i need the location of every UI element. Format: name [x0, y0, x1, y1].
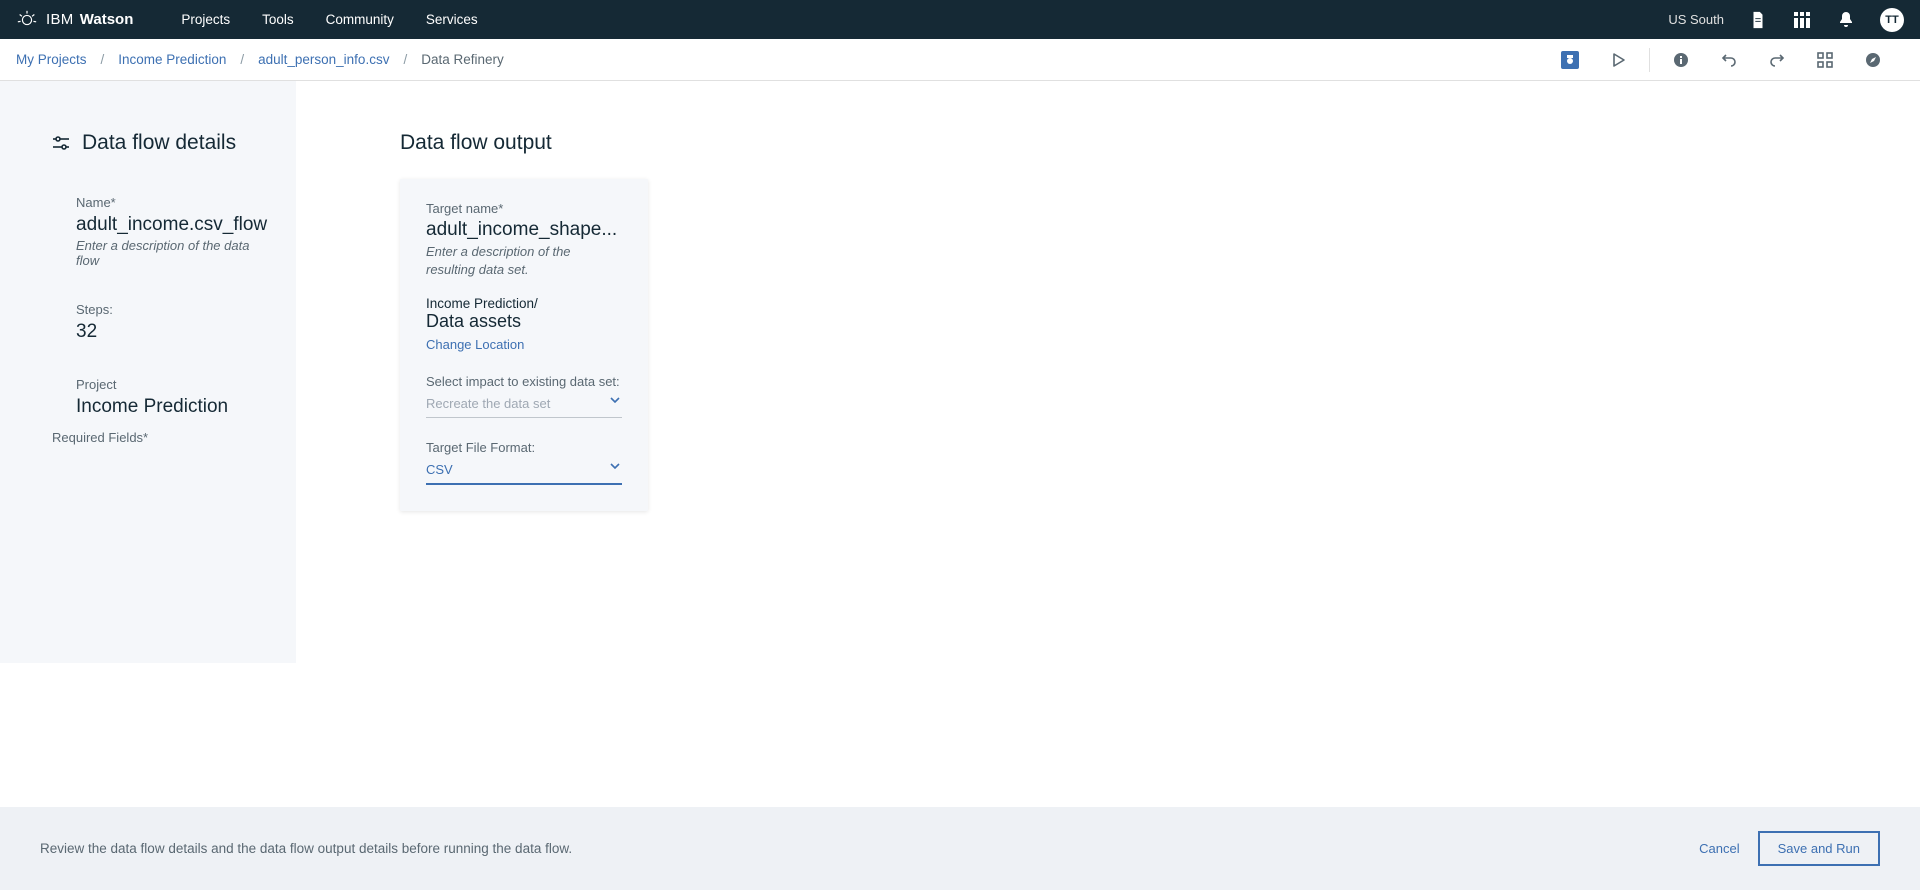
flow-name-value[interactable]: adult_income.csv_flow: [76, 214, 256, 236]
flow-name-label: Name*: [76, 195, 256, 210]
impact-select[interactable]: Recreate the data set: [426, 391, 622, 418]
crumb-sep: /: [240, 52, 244, 67]
save-flow-icon[interactable]: [1561, 51, 1579, 69]
document-icon[interactable]: [1748, 10, 1768, 30]
redo-icon[interactable]: [1768, 51, 1786, 69]
info-icon[interactable]: [1672, 51, 1690, 69]
modules-icon[interactable]: [1816, 51, 1834, 69]
target-path: Income Prediction/: [426, 296, 622, 311]
primary-nav: Projects Tools Community Services: [181, 12, 477, 27]
flow-name-desc[interactable]: Enter a description of the data flow: [76, 238, 256, 268]
chevron-down-icon: [610, 397, 620, 403]
brand-ibm-text: IBM: [46, 11, 74, 28]
crumb-sep: /: [403, 52, 407, 67]
project-label: Project: [76, 377, 256, 392]
sidebar-title: Data flow details: [52, 131, 256, 155]
target-name-label: Target name*: [426, 201, 622, 216]
run-flow-icon[interactable]: [1609, 51, 1627, 69]
footer-message: Review the data flow details and the dat…: [40, 841, 572, 856]
target-assets: Data assets: [426, 311, 622, 332]
nav-tools[interactable]: Tools: [262, 12, 294, 27]
project-value: Income Prediction: [76, 396, 256, 418]
subnav-toolbar: [1539, 48, 1904, 72]
main-content: Data flow details Name* adult_income.csv…: [0, 81, 1920, 663]
nav-projects[interactable]: Projects: [181, 12, 230, 27]
crumb-income-prediction[interactable]: Income Prediction: [118, 52, 226, 67]
change-location-link[interactable]: Change Location: [426, 337, 524, 352]
brand-watson-text: Watson: [80, 11, 134, 28]
crumb-my-projects[interactable]: My Projects: [16, 52, 87, 67]
output-title: Data flow output: [400, 131, 1920, 155]
impact-value: Recreate the data set: [426, 396, 550, 411]
save-and-run-button[interactable]: Save and Run: [1758, 831, 1880, 866]
nav-services[interactable]: Services: [426, 12, 478, 27]
format-select[interactable]: CSV: [426, 457, 622, 485]
breadcrumb-bar: My Projects / Income Prediction / adult_…: [0, 39, 1920, 81]
chevron-down-icon: [610, 463, 620, 469]
breadcrumb: My Projects / Income Prediction / adult_…: [16, 52, 504, 67]
nav-community[interactable]: Community: [326, 12, 394, 27]
region-label[interactable]: US South: [1668, 12, 1724, 27]
impact-label: Select impact to existing data set:: [426, 374, 622, 389]
target-name-value[interactable]: adult_income_shape...: [426, 219, 622, 241]
output-content: Data flow output Target name* adult_inco…: [296, 81, 1920, 663]
undo-icon[interactable]: [1720, 51, 1738, 69]
user-avatar[interactable]: TT: [1880, 8, 1904, 32]
settings-sliders-icon: [52, 134, 70, 152]
target-desc[interactable]: Enter a description of the resulting dat…: [426, 243, 622, 278]
watson-logo-icon: [16, 9, 38, 31]
footer-bar: Review the data flow details and the dat…: [0, 807, 1920, 890]
compass-icon[interactable]: [1864, 51, 1882, 69]
output-card: Target name* adult_income_shape... Enter…: [400, 179, 648, 511]
format-label: Target File Format:: [426, 440, 622, 455]
brand-logo[interactable]: IBM Watson: [16, 9, 133, 31]
top-nav: IBM Watson Projects Tools Community Serv…: [0, 0, 1920, 39]
steps-value: 32: [76, 321, 256, 343]
sidebar-title-text: Data flow details: [82, 131, 236, 155]
crumb-source-file[interactable]: adult_person_info.csv: [258, 52, 389, 67]
top-nav-right: US South TT: [1668, 8, 1904, 32]
crumb-current: Data Refinery: [421, 52, 504, 67]
details-sidebar: Data flow details Name* adult_income.csv…: [0, 81, 296, 663]
required-fields-note: Required Fields*: [52, 430, 256, 445]
catalog-icon[interactable]: [1792, 10, 1812, 30]
format-value: CSV: [426, 462, 453, 477]
cancel-button[interactable]: Cancel: [1699, 841, 1739, 856]
crumb-sep: /: [101, 52, 105, 67]
steps-label: Steps:: [76, 302, 256, 317]
notification-bell-icon[interactable]: [1836, 10, 1856, 30]
